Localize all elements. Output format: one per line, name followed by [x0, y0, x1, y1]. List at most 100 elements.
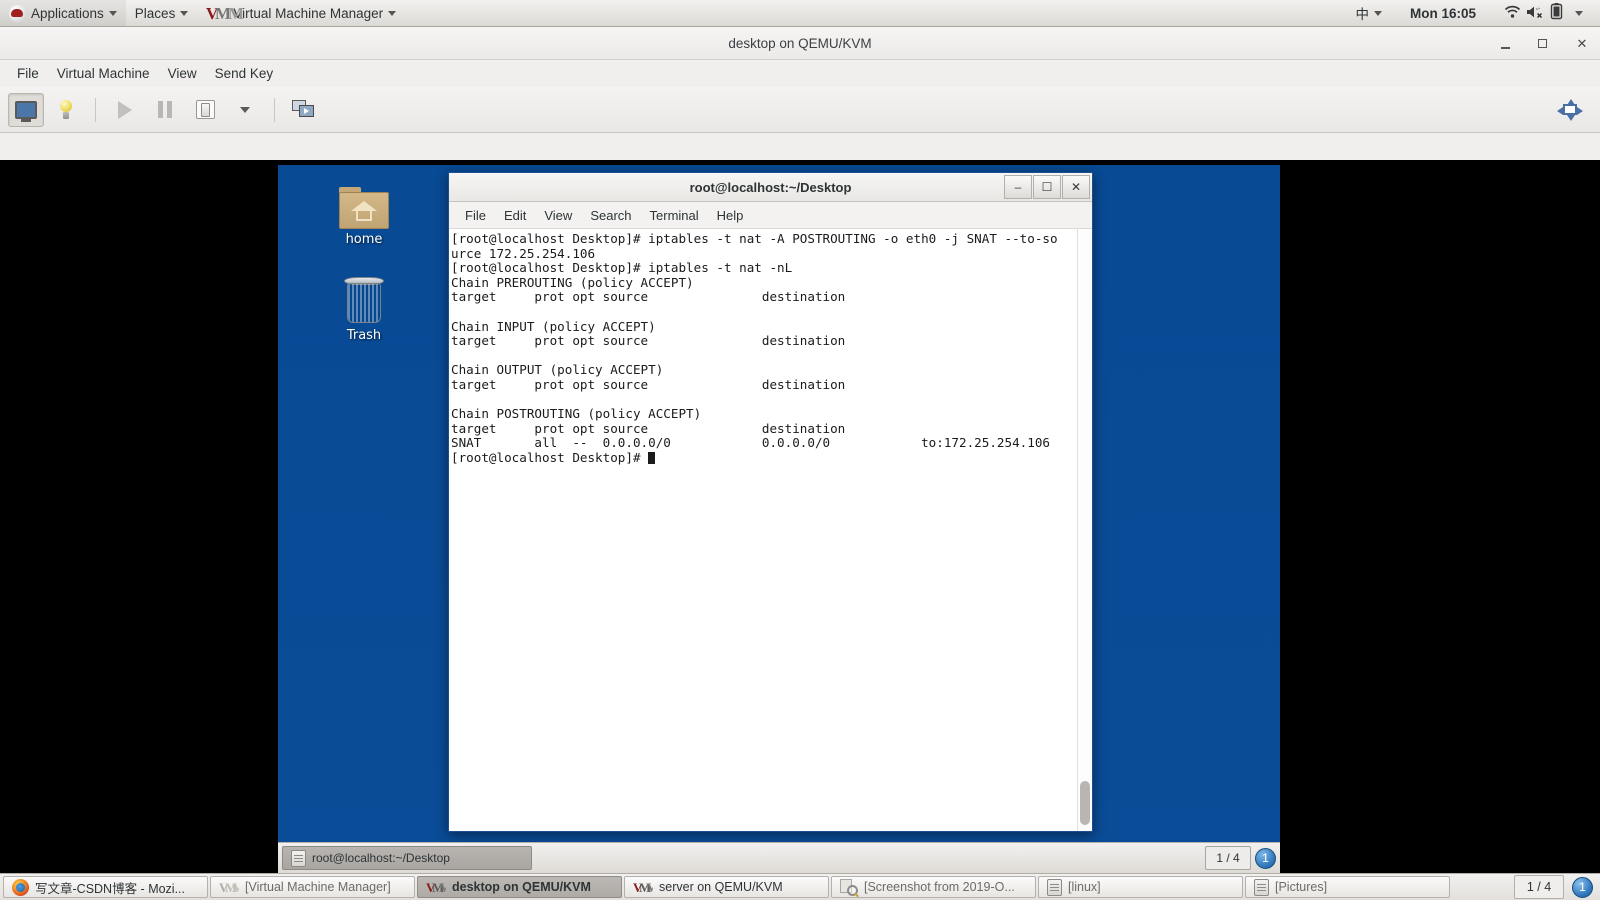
taskbar-item-screenshot[interactable]: [Screenshot from 2019-O... — [831, 876, 1036, 898]
clock[interactable]: Mon 16:05 — [1391, 0, 1495, 26]
taskbar-item-label: [linux] — [1068, 880, 1101, 894]
menu-virtual-machine[interactable]: Virtual Machine — [48, 63, 159, 84]
desktop-icon-home[interactable]: home — [316, 187, 412, 247]
lightbulb-icon — [59, 100, 73, 119]
guest-taskbar-item-label: root@localhost:~/Desktop — [312, 851, 450, 865]
run-vm-button[interactable] — [107, 93, 143, 127]
host-taskbar: 写文章-CSDN博客 - Mozi... V M M [Virtual Mach… — [0, 873, 1600, 900]
taskbar-item-label: 写文章-CSDN博客 - Mozi... — [35, 881, 186, 896]
toolbar-separator — [274, 97, 275, 122]
resize-icon — [1557, 99, 1583, 121]
svg-text:M: M — [232, 880, 239, 894]
vmm-icon: V M M — [426, 880, 451, 895]
terminal-output: [root@localhost Desktop]# iptables -t na… — [451, 231, 1058, 465]
guest-taskbar: root@localhost:~/Desktop 1 / 4 1 — [278, 842, 1280, 873]
taskbar-item-desktop-vm[interactable]: V M M desktop on QEMU/KVM — [417, 876, 622, 898]
terminal-scrollbar-thumb[interactable] — [1080, 781, 1090, 825]
pause-vm-button[interactable] — [147, 93, 183, 127]
terminal-menu-help[interactable]: Help — [709, 205, 752, 226]
resize-to-vm-button[interactable] — [1552, 93, 1588, 127]
folder-home-icon — [339, 187, 389, 229]
battery-icon — [1550, 3, 1563, 23]
guest-viewport-area: home Trash root@localhost:~/Desktop – ☐ … — [0, 160, 1600, 873]
taskbar-item-firefox[interactable]: 写文章-CSDN博客 - Mozi... — [3, 876, 208, 898]
taskbar-item-label: [Screenshot from 2019-O... — [864, 880, 1015, 894]
terminal-maximize-button[interactable]: ☐ — [1033, 175, 1061, 199]
close-button[interactable]: ✕ — [1574, 36, 1590, 52]
show-console-button[interactable] — [8, 92, 44, 127]
terminal-menu-view[interactable]: View — [536, 205, 580, 226]
input-method-label: 中 — [1355, 7, 1369, 22]
terminal-minimize-button[interactable]: – — [1004, 175, 1032, 199]
window-menu-virtual-machine-manager[interactable]: V M M Virtual Machine Manager — [197, 0, 405, 26]
shutdown-options-dropdown[interactable] — [227, 93, 263, 127]
applications-menu[interactable]: Applications — [0, 0, 126, 26]
shutdown-vm-button[interactable] — [187, 93, 223, 127]
screens-icon — [292, 99, 316, 120]
terminal-menu-file[interactable]: File — [457, 205, 494, 226]
taskbar-item-label: desktop on QEMU/KVM — [452, 880, 591, 894]
power-icon — [195, 100, 215, 119]
system-status-area[interactable] — [1495, 0, 1592, 26]
desktop-icon-label: home — [345, 232, 383, 247]
input-method-indicator[interactable]: 中 — [1346, 0, 1391, 26]
redhat-logo-icon — [9, 4, 26, 22]
terminal-menu-terminal[interactable]: Terminal — [642, 205, 707, 226]
guest-notification-badge[interactable]: 1 — [1255, 847, 1276, 869]
firefox-icon — [12, 878, 29, 896]
desktop-icon-trash[interactable]: Trash — [316, 277, 412, 343]
panel-left-group: Applications Places V M M Virtual Machin… — [0, 0, 405, 26]
terminal-body[interactable]: [root@localhost Desktop]# iptables -t na… — [449, 229, 1092, 831]
chevron-down-icon — [1575, 10, 1583, 16]
trash-icon — [342, 277, 386, 325]
menu-view[interactable]: View — [159, 63, 206, 84]
svg-text:M: M — [228, 4, 244, 23]
gnome-top-panel: Applications Places V M M Virtual Machin… — [0, 0, 1600, 27]
terminal-menu-search[interactable]: Search — [582, 205, 639, 226]
taskbar-item-pictures-folder[interactable]: [Pictures] — [1245, 876, 1450, 898]
monitor-icon — [15, 100, 37, 122]
panel-right-group: 中 Mon 16:05 — [1346, 0, 1600, 26]
terminal-menu-edit[interactable]: Edit — [496, 205, 534, 226]
file-manager-icon — [1254, 878, 1269, 896]
snapshots-button[interactable] — [286, 93, 322, 127]
clock-label: Mon 16:05 — [1409, 5, 1476, 21]
terminal-window[interactable]: root@localhost:~/Desktop – ☐ ✕ File Edit… — [448, 172, 1093, 832]
vmm-icon: V M M — [633, 880, 658, 895]
play-icon — [118, 100, 132, 119]
notification-badge[interactable]: 1 — [1572, 876, 1593, 898]
places-menu[interactable]: Places — [126, 0, 198, 26]
taskbar-item-server-vm[interactable]: V M M server on QEMU/KVM — [624, 876, 829, 898]
chevron-down-icon — [180, 10, 189, 16]
vmm-window-title: desktop on QEMU/KVM — [728, 35, 872, 51]
menu-file[interactable]: File — [8, 63, 48, 84]
terminal-window-controls: – ☐ ✕ — [1004, 175, 1090, 199]
taskbar-item-linux-folder[interactable]: [linux] — [1038, 876, 1243, 898]
svg-text:M: M — [439, 880, 446, 894]
workspace-switcher[interactable]: 1 / 4 — [1514, 875, 1564, 899]
screenshot-icon — [840, 878, 858, 896]
maximize-button[interactable] — [1536, 36, 1552, 52]
chevron-down-icon — [240, 106, 250, 113]
chevron-down-icon — [108, 10, 117, 16]
vmm-menubar: File Virtual Machine View Send Key — [0, 60, 1600, 87]
svg-text:M: M — [646, 880, 653, 894]
taskbar-item-virtual-machine-manager[interactable]: V M M [Virtual Machine Manager] — [210, 876, 415, 898]
vmm-icon: V M M — [219, 880, 244, 895]
minimize-button[interactable] — [1498, 36, 1514, 52]
places-menu-label: Places — [134, 5, 176, 21]
show-details-button[interactable] — [48, 93, 84, 127]
menu-send-key[interactable]: Send Key — [206, 63, 283, 84]
terminal-menubar: File Edit View Search Terminal Help — [449, 202, 1092, 229]
vmm-app-icon: V M M — [206, 3, 244, 23]
guest-workspace-indicator[interactable]: 1 / 4 — [1205, 846, 1251, 870]
window-menu-label: Virtual Machine Manager — [233, 5, 384, 21]
toolbar-right-group — [1552, 87, 1588, 133]
guest-desktop[interactable]: home Trash root@localhost:~/Desktop – ☐ … — [278, 165, 1280, 873]
terminal-close-button[interactable]: ✕ — [1062, 175, 1090, 199]
terminal-icon — [291, 849, 306, 867]
terminal-titlebar: root@localhost:~/Desktop – ☐ ✕ — [449, 173, 1092, 202]
guest-taskbar-item[interactable]: root@localhost:~/Desktop — [282, 846, 532, 870]
wifi-icon — [1504, 5, 1521, 22]
terminal-scrollbar[interactable] — [1077, 229, 1092, 831]
